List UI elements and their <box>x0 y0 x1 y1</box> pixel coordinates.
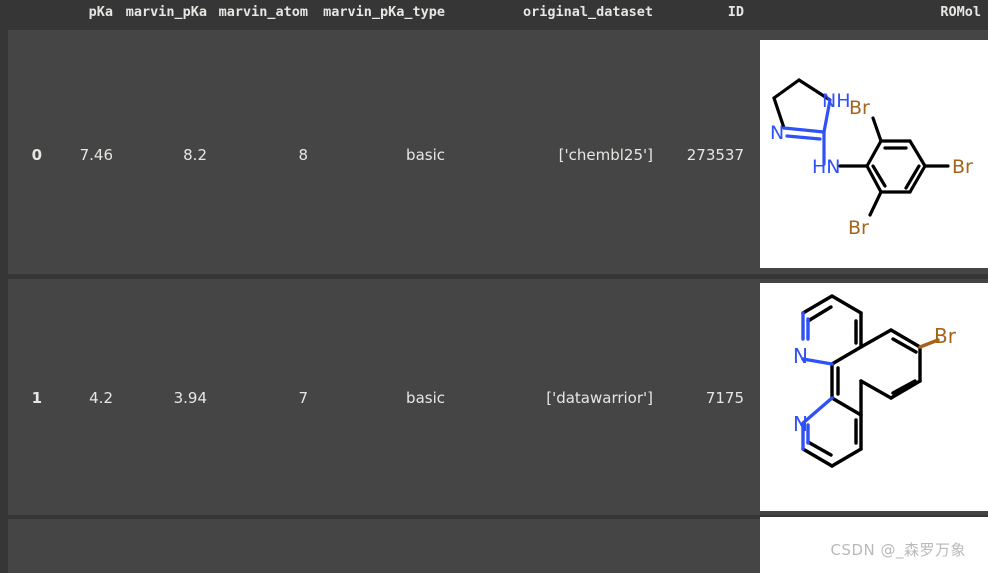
table-row[interactable]: 0 7.46 8.2 8 basic ['chembl25'] 273537 N… <box>8 30 988 274</box>
molecule-svg-tribromo-aminoimidazoline: NH N HN Br Br Br <box>760 40 988 268</box>
column-header-marvin_atom: marvin_atom <box>218 4 308 20</box>
cell-ID: 273537 <box>686 146 744 164</box>
column-header-pKa: pKa <box>88 4 113 20</box>
molecule-structure-image[interactable]: N N Br <box>760 283 988 511</box>
atom-label-N-top: N <box>793 344 808 368</box>
cell-original_dataset: ['datawarrior'] <box>546 389 653 407</box>
column-header-ID: ID <box>727 4 744 20</box>
atom-label-N: N <box>770 122 784 144</box>
cell-marvin_pKa: 3.94 <box>173 389 207 407</box>
row-index: 1 <box>31 389 42 407</box>
cell-ID: 7175 <box>705 389 744 407</box>
molecule-structure-image[interactable]: NH N HN Br Br Br <box>760 40 988 268</box>
cell-marvin_pKa_type: basic <box>406 146 445 164</box>
column-header-ROMol: ROMol <box>940 4 981 20</box>
cell-marvin_pKa_type: basic <box>406 389 445 407</box>
column-header-marvin_pKa_type: marvin_pKa_type <box>323 4 445 20</box>
atom-label-Br: Br <box>934 324 957 348</box>
dataframe-table: pKa marvin_pKa marvin_atom marvin_pKa_ty… <box>0 0 988 573</box>
cell-pKa: 4.2 <box>89 389 113 407</box>
atom-label-Br-bottom: Br <box>848 217 869 239</box>
column-header-original_dataset: original_dataset <box>522 4 653 20</box>
atom-label-N-bottom: N <box>793 412 808 436</box>
cell-marvin_atom: 7 <box>298 389 308 407</box>
cell-original_dataset: ['chembl25'] <box>558 146 653 164</box>
csdn-watermark: CSDN @_森罗万象 <box>830 541 966 559</box>
atom-label-Br-top: Br <box>849 97 870 119</box>
atom-label-HN: HN <box>812 156 841 178</box>
atom-label-Br-right: Br <box>952 156 973 178</box>
table-header-row: pKa marvin_pKa marvin_atom marvin_pKa_ty… <box>0 0 988 28</box>
cell-marvin_atom: 8 <box>298 146 308 164</box>
atom-label-NH: NH <box>822 90 851 112</box>
table-row[interactable]: 1 4.2 3.94 7 basic ['datawarrior'] 7175 <box>8 279 988 515</box>
column-header-marvin_pKa: marvin_pKa <box>125 4 207 20</box>
row-index: 0 <box>31 146 42 164</box>
molecule-svg-bromo-phenanthroline: N N Br <box>760 283 988 511</box>
cell-marvin_pKa: 8.2 <box>183 146 207 164</box>
cell-pKa: 7.46 <box>79 146 113 164</box>
